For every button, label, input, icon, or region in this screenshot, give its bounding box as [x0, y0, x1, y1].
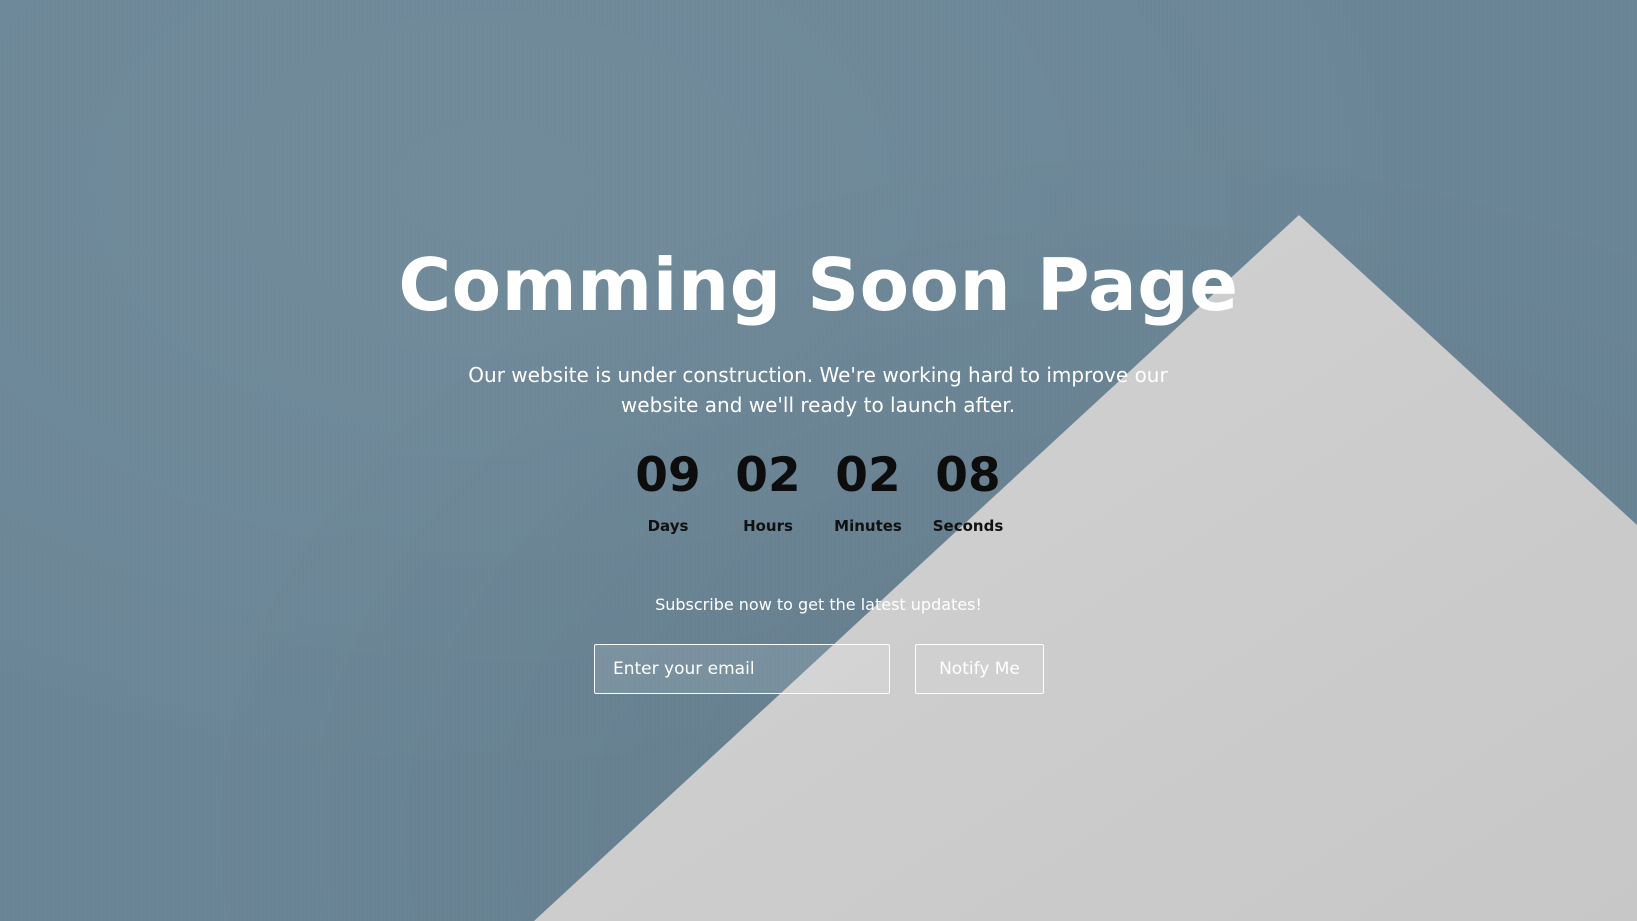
countdown-hours-label: Hours	[743, 517, 793, 535]
countdown-minutes-label: Minutes	[834, 517, 902, 535]
countdown-hours-value: 02	[735, 448, 801, 503]
countdown-hours: 02 Hours	[718, 448, 818, 548]
page-title: Comming Soon Page	[398, 243, 1239, 327]
countdown-seconds-value: 08	[935, 448, 1001, 503]
countdown-timer: 09 Days 02 Hours 02 Minutes 08 Seconds	[618, 448, 1018, 548]
email-input[interactable]	[594, 644, 890, 694]
subscribe-text: Subscribe now to get the latest updates!	[655, 595, 982, 614]
coming-soon-content: Comming Soon Page Our website is under c…	[0, 0, 1637, 921]
countdown-days-label: Days	[647, 517, 689, 535]
countdown-days-value: 09	[635, 448, 701, 503]
countdown-seconds: 08 Seconds	[918, 448, 1018, 548]
countdown-seconds-label: Seconds	[932, 517, 1004, 535]
countdown-days: 09 Days	[618, 448, 718, 548]
page-subtitle: Our website is under construction. We're…	[468, 363, 1168, 417]
countdown-minutes-value: 02	[835, 448, 901, 503]
countdown-minutes: 02 Minutes	[818, 448, 918, 548]
notify-me-button[interactable]: Notify Me	[915, 644, 1044, 694]
